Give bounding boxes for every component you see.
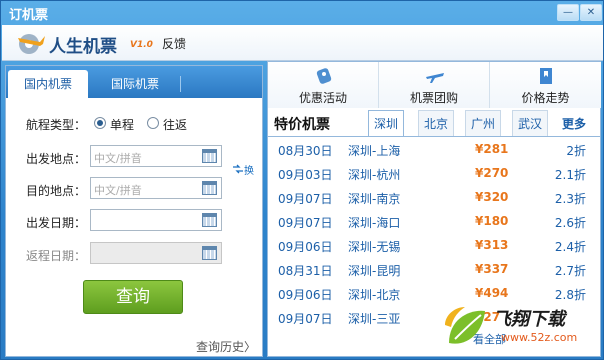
fare-discount: 2.1折 <box>554 168 586 182</box>
tag-icon <box>316 68 332 84</box>
search-history-link[interactable]: 查询历史〉 <box>196 338 256 355</box>
fare-row[interactable]: 08月30日 深圳-上海 ¥281 2折 <box>268 142 600 166</box>
site-watermark: 飞翔下载 www.52z.com <box>441 301 601 357</box>
depart-date-label: 出发日期： <box>26 216 87 230</box>
price-trend-label: 价格走势 <box>521 91 570 105</box>
promo-label: 优惠活动 <box>298 91 347 105</box>
more-link[interactable]: 更多 <box>562 115 586 132</box>
group-buy-label: 机票团购 <box>409 91 458 105</box>
flight-type-tabs: 国内机票 国际机票 <box>6 66 262 98</box>
fare-date: 08月30日 <box>278 144 333 158</box>
fare-discount: 2.4折 <box>554 240 586 254</box>
fare-date: 09月07日 <box>278 216 333 230</box>
leaf-logo-icon <box>445 307 485 344</box>
app-version: V1.0 <box>130 40 153 50</box>
fare-date: 09月06日 <box>278 240 333 254</box>
swap-icon <box>233 164 243 174</box>
fare-row[interactable]: 09月07日 深圳-海口 ¥180 2.6折 <box>268 214 600 238</box>
fare-price: ¥281 <box>475 142 509 156</box>
fare-discount: 2.3折 <box>554 192 586 206</box>
city-picker-icon[interactable] <box>202 181 217 195</box>
return-date-label: 返程日期： <box>26 249 87 263</box>
fare-price: ¥270 <box>475 166 509 180</box>
fare-row[interactable]: 09月07日 深圳-南京 ¥320 2.3折 <box>268 190 600 214</box>
search-panel: 国内机票 国际机票 航程类型： 单程 往返 出发地点： 中文/拼音 换 目的地点… <box>5 65 263 357</box>
fare-route: 深圳-昆明 <box>348 264 401 278</box>
search-button[interactable]: 查询 <box>83 280 183 314</box>
depart-input[interactable]: 中文/拼音 <box>90 145 222 167</box>
fare-price: ¥494 <box>475 286 509 300</box>
fare-date: 09月06日 <box>278 288 333 302</box>
city-tab-guangzhou[interactable]: 广州 <box>465 110 501 136</box>
special-fares-title: 特价机票 <box>274 117 330 133</box>
destination-placeholder: 中文/拼音 <box>94 184 142 197</box>
city-tab-beijing[interactable]: 北京 <box>418 110 454 136</box>
price-trend-button[interactable]: 价格走势 <box>490 62 601 108</box>
watermark-brand: 飞翔下载 <box>493 309 565 330</box>
one-way-label[interactable]: 单程 <box>110 116 134 133</box>
fare-row[interactable]: 09月03日 深圳-杭州 ¥270 2.1折 <box>268 166 600 190</box>
fare-route: 深圳-北京 <box>348 288 401 302</box>
calendar-icon[interactable] <box>202 213 217 227</box>
city-tab-shenzhen[interactable]: 深圳 <box>368 110 404 136</box>
trip-type-label: 航程类型： <box>26 118 87 132</box>
fare-price: ¥313 <box>475 238 509 252</box>
fare-price: ¥337 <box>475 262 509 276</box>
fare-discount: 2.7折 <box>554 264 586 278</box>
title-bar[interactable]: 订机票 — ✕ <box>1 1 603 25</box>
feedback-link[interactable]: 反馈 <box>162 35 186 52</box>
city-tab-wuhan[interactable]: 武汉 <box>512 110 548 136</box>
return-date-input <box>90 242 222 264</box>
bookmark-icon <box>540 68 552 84</box>
fare-route: 深圳-杭州 <box>348 168 401 182</box>
app-window: 订机票 — ✕ 人生机票 V1.0 反馈 国内机票 国际机票 航程类型： 单程 … <box>0 0 604 360</box>
minimize-button[interactable]: — <box>557 4 579 21</box>
one-way-radio[interactable] <box>94 117 106 129</box>
fare-date: 09月07日 <box>278 192 333 206</box>
tab-international[interactable]: 国际机票 <box>90 70 180 98</box>
fare-date: 08月31日 <box>278 264 333 278</box>
calendar-icon <box>202 246 217 260</box>
promo-button[interactable]: 优惠活动 <box>268 62 379 108</box>
swap-label: 换 <box>244 166 254 177</box>
destination-input[interactable]: 中文/拼音 <box>90 177 222 199</box>
tab-divider <box>180 76 181 92</box>
depart-date-input[interactable] <box>90 209 222 231</box>
fare-date: 09月03日 <box>278 168 333 182</box>
round-trip-radio[interactable] <box>147 117 159 129</box>
fare-row[interactable]: 09月06日 深圳-无锡 ¥313 2.4折 <box>268 238 600 262</box>
fare-route: 深圳-南京 <box>348 192 401 206</box>
fare-route: 深圳-上海 <box>348 144 401 158</box>
watermark-url: www.52z.com <box>501 331 578 344</box>
airplane-logo-icon <box>18 34 45 54</box>
fare-route: 深圳-三亚 <box>348 312 401 326</box>
group-buy-button[interactable]: 机票团购 <box>379 62 490 108</box>
depart-placeholder: 中文/拼音 <box>94 152 142 165</box>
depart-label: 出发地点： <box>26 152 87 166</box>
fare-row[interactable]: 08月31日 深圳-昆明 ¥337 2.7折 <box>268 262 600 286</box>
round-trip-label[interactable]: 往返 <box>163 116 187 133</box>
destination-label: 目的地点： <box>26 184 87 198</box>
window-title: 订机票 <box>9 8 49 23</box>
fare-route: 深圳-无锡 <box>348 240 401 254</box>
app-name: 人生机票 <box>49 37 117 57</box>
close-button[interactable]: ✕ <box>580 4 602 21</box>
tab-divider-line <box>268 136 600 137</box>
app-header: 人生机票 V1.0 反馈 <box>2 25 603 61</box>
fare-discount: 2折 <box>566 144 586 158</box>
fare-discount: 2.6折 <box>554 216 586 230</box>
fare-price: ¥180 <box>475 214 509 228</box>
fare-date: 09月07日 <box>278 312 333 326</box>
fare-price: ¥320 <box>475 190 509 204</box>
tab-domestic[interactable]: 国内机票 <box>8 70 88 98</box>
swap-cities-button[interactable]: 换 <box>232 162 254 177</box>
airplane-icon <box>426 73 444 83</box>
fare-route: 深圳-海口 <box>348 216 401 230</box>
city-picker-icon[interactable] <box>202 149 217 163</box>
